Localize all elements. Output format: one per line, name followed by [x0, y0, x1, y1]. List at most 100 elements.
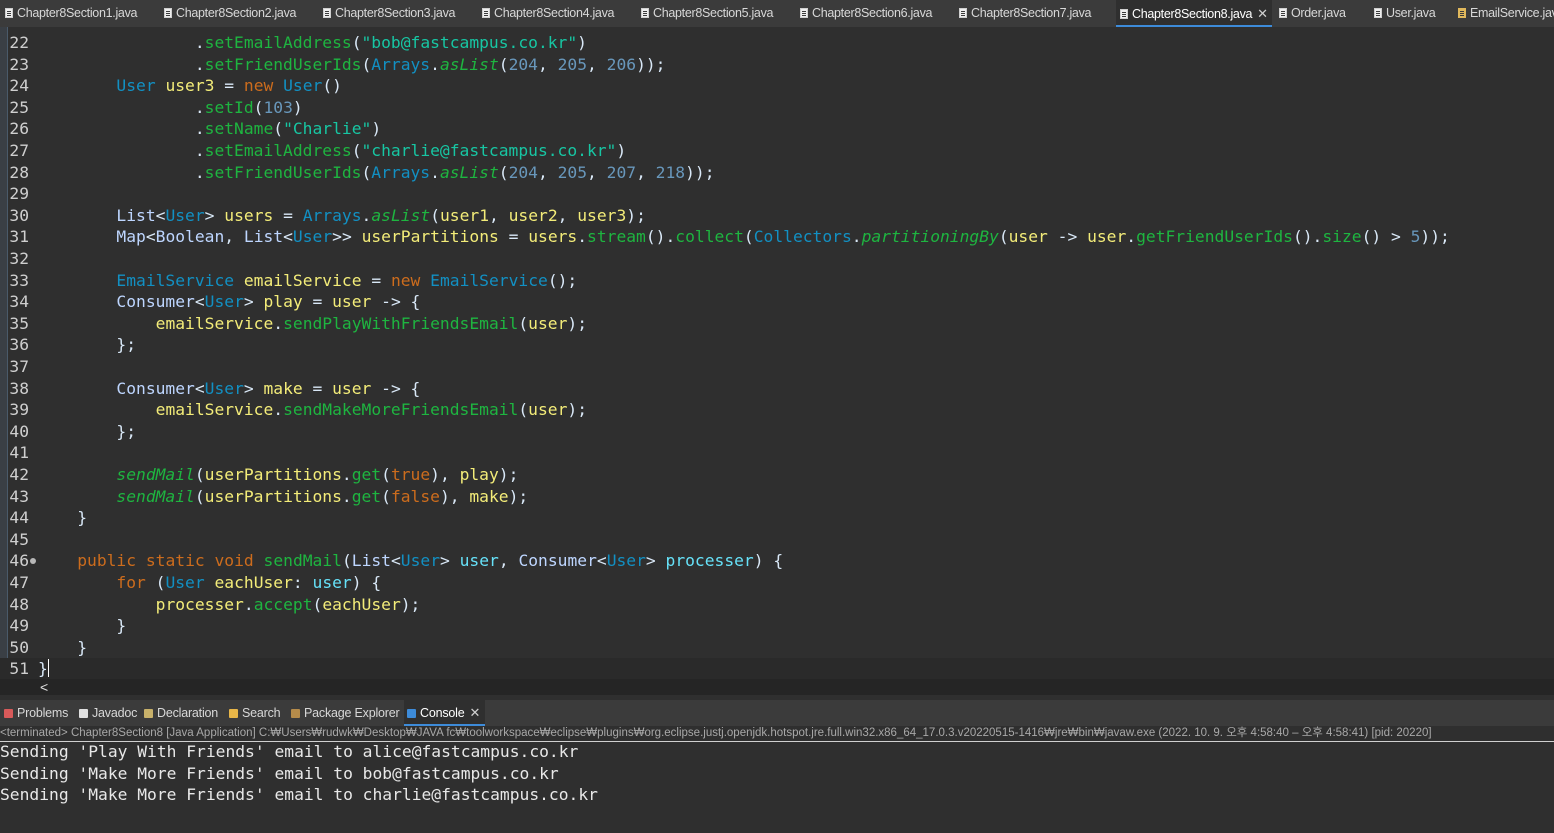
java-file-icon	[800, 8, 808, 18]
view-tab-label: Console	[420, 706, 465, 720]
view-tab-javadoc[interactable]: Javadoc	[77, 700, 139, 726]
code-text: public static void sendMail(List<User> u…	[77, 551, 784, 571]
code-line[interactable]: 42 sendMail(userPartitions.get(true), pl…	[0, 464, 1554, 486]
view-tab-problems[interactable]: Problems	[2, 700, 70, 726]
view-tab-bar: Problems Javadoc Declaration Search Package …	[0, 700, 1554, 726]
code-text: }	[38, 508, 88, 528]
line-number: 26	[9, 119, 29, 139]
editor-tab-chapter8section3-java[interactable]: Chapter8Section3.java	[321, 0, 457, 26]
editor-tab-label: Chapter8Section7.java	[971, 6, 1092, 20]
code-line[interactable]: 49 }	[0, 615, 1554, 637]
editor-tab-label: Chapter8Section3.java	[335, 6, 456, 20]
console-header: <terminated> Chapter8Section8 [Java Appl…	[0, 726, 1554, 742]
code-line[interactable]: 39 emailService.sendMakeMoreFriendsEmail…	[0, 399, 1554, 421]
code-text: emailService.sendMakeMoreFriendsEmail(us…	[155, 400, 587, 420]
console-view: <terminated> Chapter8Section8 [Java Appl…	[0, 726, 1554, 833]
code-line[interactable]: 23 .setFriendUserIds(Arrays.asList(204, …	[0, 54, 1554, 76]
code-line[interactable]: 22 .setEmailAddress("bob@fastcampus.co.k…	[0, 32, 1554, 54]
editor-tab-label: EmailService.java	[1470, 6, 1554, 20]
console-line: Sending 'Make More Friends' email to cha…	[0, 785, 598, 805]
code-line[interactable]: 43 sendMail(userPartitions.get(false), m…	[0, 486, 1554, 508]
line-number: 37	[9, 357, 29, 376]
line-number: 36	[9, 335, 29, 355]
code-line[interactable]: 35 emailService.sendPlayWithFriendsEmail…	[0, 313, 1554, 335]
code-line[interactable]: 46 public static void sendMail(List<User…	[0, 550, 1554, 572]
editor-tab-chapter8section2-java[interactable]: Chapter8Section2.java	[162, 0, 298, 26]
code-text: };	[38, 421, 137, 441]
code-line[interactable]: 29	[0, 183, 1554, 205]
code-line[interactable]: 31 Map<Boolean, List<User>> userPartitio…	[0, 226, 1554, 248]
code-editor[interactable]: 22 .setEmailAddress("bob@fastcampus.co.k…	[0, 27, 1554, 679]
line-number: 25	[9, 97, 29, 117]
view-tab-package-explorer[interactable]: Package Explorer	[289, 700, 401, 726]
view-tab-search[interactable]: Search	[227, 700, 282, 726]
line-number: 24	[9, 76, 29, 96]
text-caret	[47, 659, 50, 678]
code-line[interactable]: 50 }	[0, 637, 1554, 659]
editor-tab-chapter8section1-java[interactable]: Chapter8Section1.java	[3, 0, 139, 26]
horizontal-scrollbar[interactable]: <	[0, 679, 1554, 695]
console-icon	[407, 709, 416, 718]
close-tab-icon[interactable]: ✕	[1257, 6, 1268, 21]
editor-tab-label: Chapter8Section8.java	[1132, 7, 1253, 21]
java-file-icon	[1374, 8, 1382, 18]
editor-tab-label: Order.java	[1291, 6, 1346, 20]
editor-tab-chapter8section4-java[interactable]: Chapter8Section4.java	[480, 0, 616, 26]
javadoc-icon	[79, 709, 88, 718]
fold-marker-icon[interactable]	[30, 558, 36, 565]
code-line[interactable]: 34 Consumer<User> play = user -> {	[0, 291, 1554, 313]
code-text: for (User eachUser: user) {	[116, 573, 382, 592]
code-line[interactable]: 26 .setName("Charlie")	[0, 118, 1554, 140]
code-line[interactable]: 36 };	[0, 334, 1554, 356]
code-line[interactable]: 37	[0, 356, 1554, 378]
line-number: 51	[9, 659, 29, 679]
line-number: 45	[9, 529, 29, 549]
close-view-icon[interactable]: ✕	[469, 705, 480, 720]
code-text: .setFriendUserIds(Arrays.asList(204, 205…	[38, 54, 666, 74]
code-line[interactable]: 30 List<User> users = Arrays.asList(user…	[0, 205, 1554, 227]
line-number: 28	[9, 162, 29, 182]
editor-tab-emailservice-java[interactable]: EmailService.java	[1456, 0, 1554, 26]
code-text: processer.accept(eachUser);	[155, 594, 421, 614]
code-text: List<User> users = Arrays.asList(user1, …	[116, 205, 646, 225]
line-number: 30	[9, 205, 29, 225]
java-file-icon	[959, 8, 967, 18]
code-line[interactable]: 24 User user3 = new User()	[0, 75, 1554, 97]
code-line[interactable]: 48 processer.accept(eachUser);	[0, 594, 1554, 616]
editor-tab-user-java[interactable]: User.java	[1372, 0, 1437, 26]
code-line[interactable]: 28 .setFriendUserIds(Arrays.asList(204, …	[0, 162, 1554, 184]
editor-tab-label: Chapter8Section1.java	[17, 6, 138, 20]
java-file-icon	[164, 8, 172, 18]
editor-tab-chapter8section8-java[interactable]: Chapter8Section8.java ✕	[1116, 0, 1272, 27]
code-line[interactable]: 38 Consumer<User> make = user -> {	[0, 378, 1554, 400]
code-text: emailService.sendPlayWithFriendsEmail(us…	[155, 313, 587, 333]
code-line[interactable]: 45	[0, 529, 1554, 551]
line-number: 38	[9, 378, 29, 398]
scroll-left-icon[interactable]: <	[40, 679, 48, 695]
java-file-icon	[641, 8, 649, 18]
code-text: }	[38, 616, 127, 636]
editor-tab-label: User.java	[1386, 6, 1436, 20]
declaration-icon	[144, 709, 153, 718]
code-line[interactable]: 32	[0, 248, 1554, 270]
view-tab-declaration[interactable]: Declaration	[142, 700, 220, 726]
editor-tab-chapter8section6-java[interactable]: Chapter8Section6.java	[798, 0, 934, 26]
editor-tab-order-java[interactable]: Order.java	[1277, 0, 1348, 26]
code-line[interactable]: 51}	[0, 658, 1554, 679]
line-number: 34	[9, 292, 29, 312]
code-line[interactable]: 41	[0, 442, 1554, 464]
view-tab-console[interactable]: Console ✕	[404, 700, 486, 726]
editor-tab-chapter8section7-java[interactable]: Chapter8Section7.java	[957, 0, 1093, 26]
code-line[interactable]: 25 .setId(103)	[0, 97, 1554, 119]
code-text: Consumer<User> play = user -> {	[116, 292, 421, 312]
code-line[interactable]: 27 .setEmailAddress("charlie@fastcampus.…	[0, 140, 1554, 162]
console-line: Sending 'Make More Friends' email to bob…	[0, 763, 559, 783]
code-text: .setName("Charlie")	[38, 119, 382, 139]
problems-icon	[4, 709, 13, 718]
code-line[interactable]: 44 }	[0, 507, 1554, 529]
code-line[interactable]: 33 EmailService emailService = new Email…	[0, 270, 1554, 292]
code-line[interactable]: 40 };	[0, 421, 1554, 443]
code-text: Map<Boolean, List<User>> userPartitions …	[116, 227, 1450, 247]
editor-tab-chapter8section5-java[interactable]: Chapter8Section5.java	[639, 0, 775, 26]
code-line[interactable]: 47 for (User eachUser: user) {	[0, 572, 1554, 594]
